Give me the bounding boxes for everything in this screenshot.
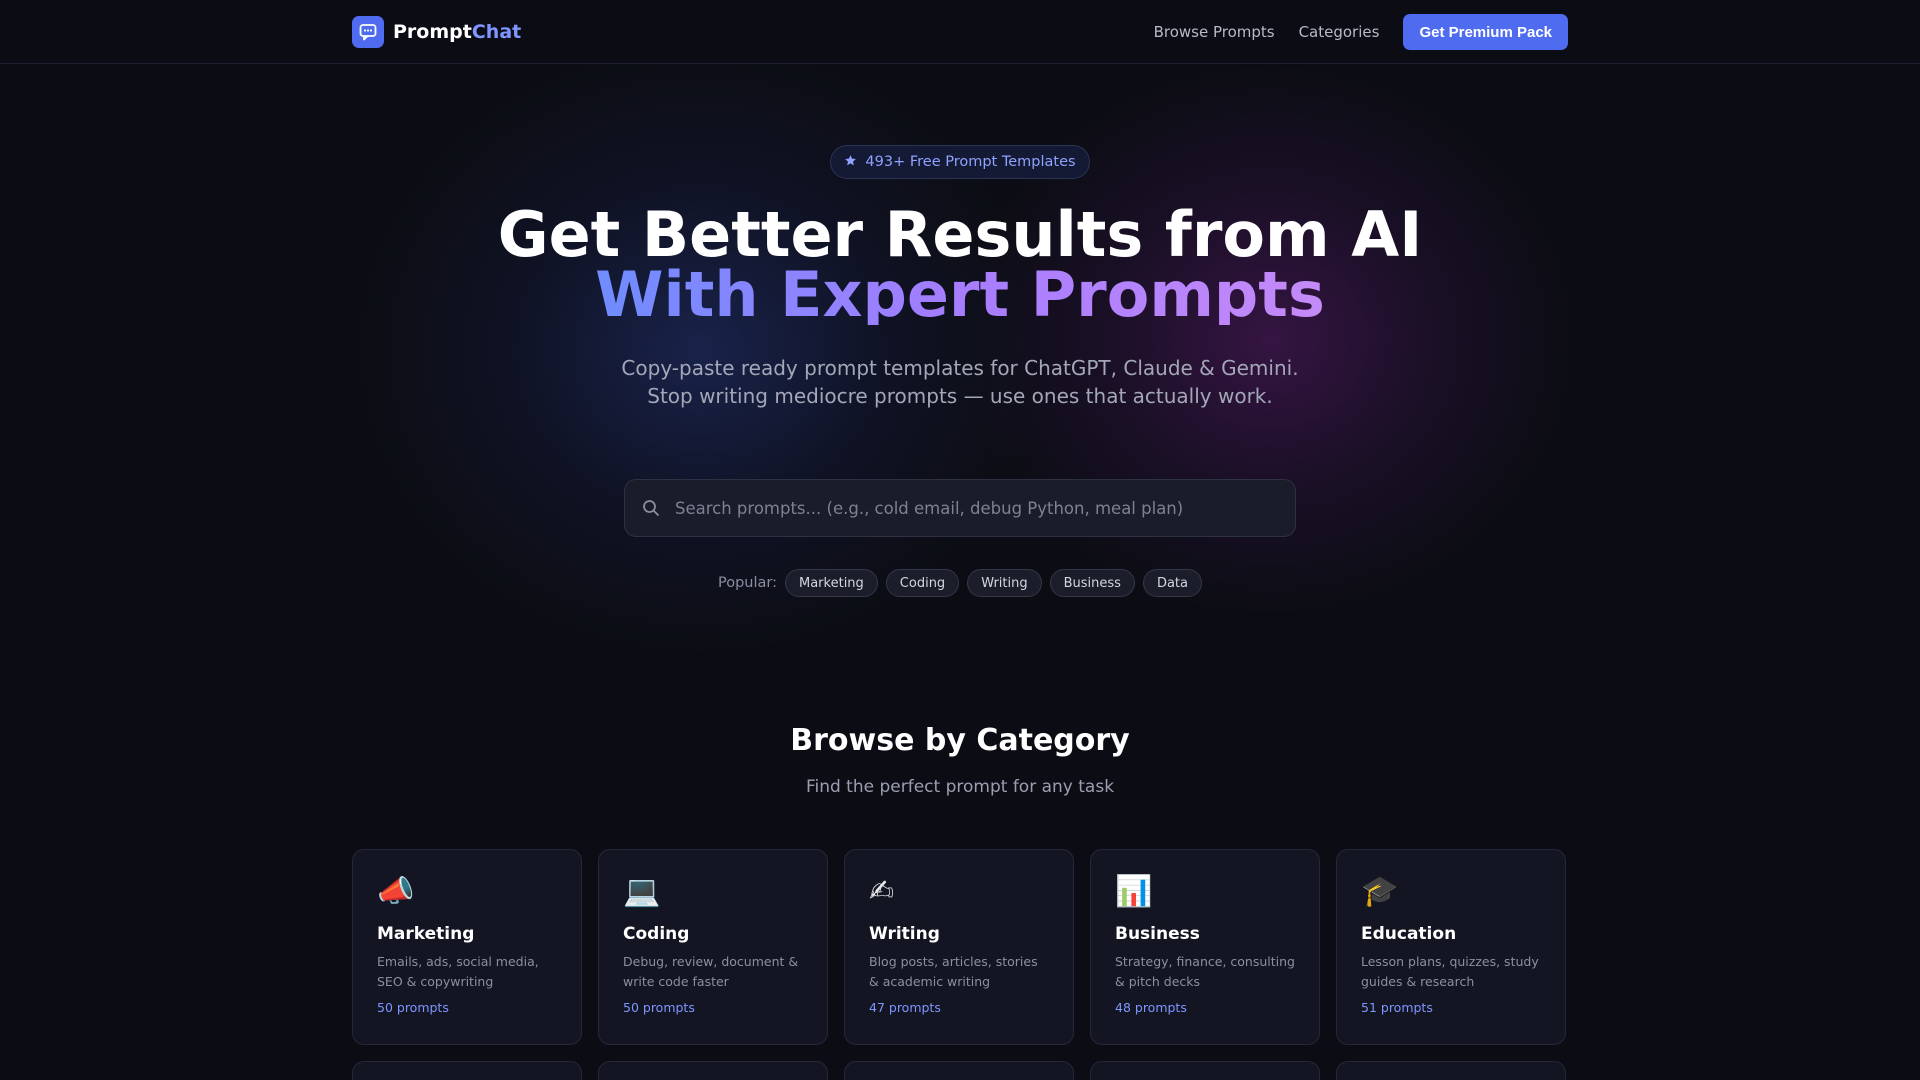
brand-name: PromptChat — [393, 21, 521, 43]
hero-title-line2: With Expert Prompts — [595, 258, 1325, 331]
card-count: 50 prompts — [623, 1000, 695, 1015]
star-icon — [844, 154, 857, 171]
section-title: Browse by Category — [790, 723, 1130, 758]
card-title: Coding — [623, 924, 690, 944]
card-title: Writing — [869, 924, 940, 944]
category-card-partial[interactable] — [352, 1061, 582, 1080]
popular-chip-coding[interactable]: Coding — [885, 569, 960, 597]
main-nav: Browse Prompts Categories Get Premium Pa… — [1154, 14, 1568, 50]
category-cards-row2 — [352, 1061, 1566, 1080]
templates-badge: 493+ Free Prompt Templates — [830, 145, 1090, 179]
hero-glow-blue — [350, 40, 1050, 660]
brand-name-part1: Prompt — [393, 21, 472, 43]
category-card-partial[interactable] — [1336, 1061, 1566, 1080]
category-card-partial[interactable] — [1090, 1061, 1320, 1080]
graduation-cap-icon: 🎓 — [1361, 874, 1399, 909]
popular-tags: Popular: Marketing Coding Writing Busine… — [0, 569, 1920, 597]
hero-subtitle: Copy-paste ready prompt templates for Ch… — [621, 356, 1299, 408]
card-count: 50 prompts — [377, 1000, 449, 1015]
card-description: Strategy, finance, consulting & pitch de… — [1115, 954, 1295, 989]
category-card-partial[interactable] — [844, 1061, 1074, 1080]
category-card-writing[interactable]: ✍ Writing Blog posts, articles, stories … — [844, 849, 1074, 1045]
chat-bubble-icon — [352, 16, 384, 48]
search-input[interactable] — [675, 498, 1295, 518]
popular-chip-business[interactable]: Business — [1049, 569, 1135, 597]
card-description: Blog posts, articles, stories & academic… — [869, 954, 1038, 989]
badge-text: 493+ Free Prompt Templates — [865, 154, 1076, 170]
popular-label: Popular: — [718, 575, 777, 591]
card-title: Education — [1361, 924, 1457, 944]
get-premium-button[interactable]: Get Premium Pack — [1403, 14, 1568, 50]
card-count: 51 prompts — [1361, 1000, 1433, 1015]
category-card-education[interactable]: 🎓 Education Lesson plans, quizzes, study… — [1336, 849, 1566, 1045]
card-title: Business — [1115, 924, 1200, 944]
category-card-coding[interactable]: 💻 Coding Debug, review, document & write… — [598, 849, 828, 1045]
section-subtitle: Find the perfect prompt for any task — [805, 777, 1115, 797]
top-header: PromptChat Browse Prompts Categories Get… — [0, 0, 1920, 64]
card-description: Lesson plans, quizzes, study guides & re… — [1361, 954, 1539, 989]
card-count: 47 prompts — [869, 1000, 941, 1015]
card-count: 48 prompts — [1115, 1000, 1187, 1015]
brand-logo[interactable]: PromptChat — [352, 16, 521, 48]
search-bar[interactable] — [624, 479, 1296, 537]
popular-chip-marketing[interactable]: Marketing — [785, 569, 878, 597]
laptop-icon: 💻 — [623, 874, 661, 909]
card-description: Emails, ads, social media, SEO & copywri… — [377, 954, 539, 989]
brand-name-part2: Chat — [471, 21, 522, 43]
category-cards: 📣 Marketing Emails, ads, social media, S… — [352, 849, 1566, 1045]
nav-browse-prompts[interactable]: Browse Prompts — [1154, 23, 1275, 41]
category-card-partial[interactable] — [598, 1061, 828, 1080]
card-description: Debug, review, document & write code fas… — [623, 954, 799, 989]
search-icon — [641, 498, 661, 518]
category-card-business[interactable]: 📊 Business Strategy, finance, consulting… — [1090, 849, 1320, 1045]
card-title: Marketing — [377, 924, 475, 944]
megaphone-icon: 📣 — [377, 874, 415, 909]
popular-chip-data[interactable]: Data — [1142, 569, 1202, 597]
popular-chip-writing[interactable]: Writing — [967, 569, 1042, 597]
bar-chart-icon: 📊 — [1115, 874, 1153, 909]
writing-hand-icon: ✍ — [869, 874, 895, 909]
category-card-marketing[interactable]: 📣 Marketing Emails, ads, social media, S… — [352, 849, 582, 1045]
nav-categories[interactable]: Categories — [1299, 23, 1380, 41]
hero-title: Get Better Results from AI With Expert P… — [0, 204, 1920, 331]
